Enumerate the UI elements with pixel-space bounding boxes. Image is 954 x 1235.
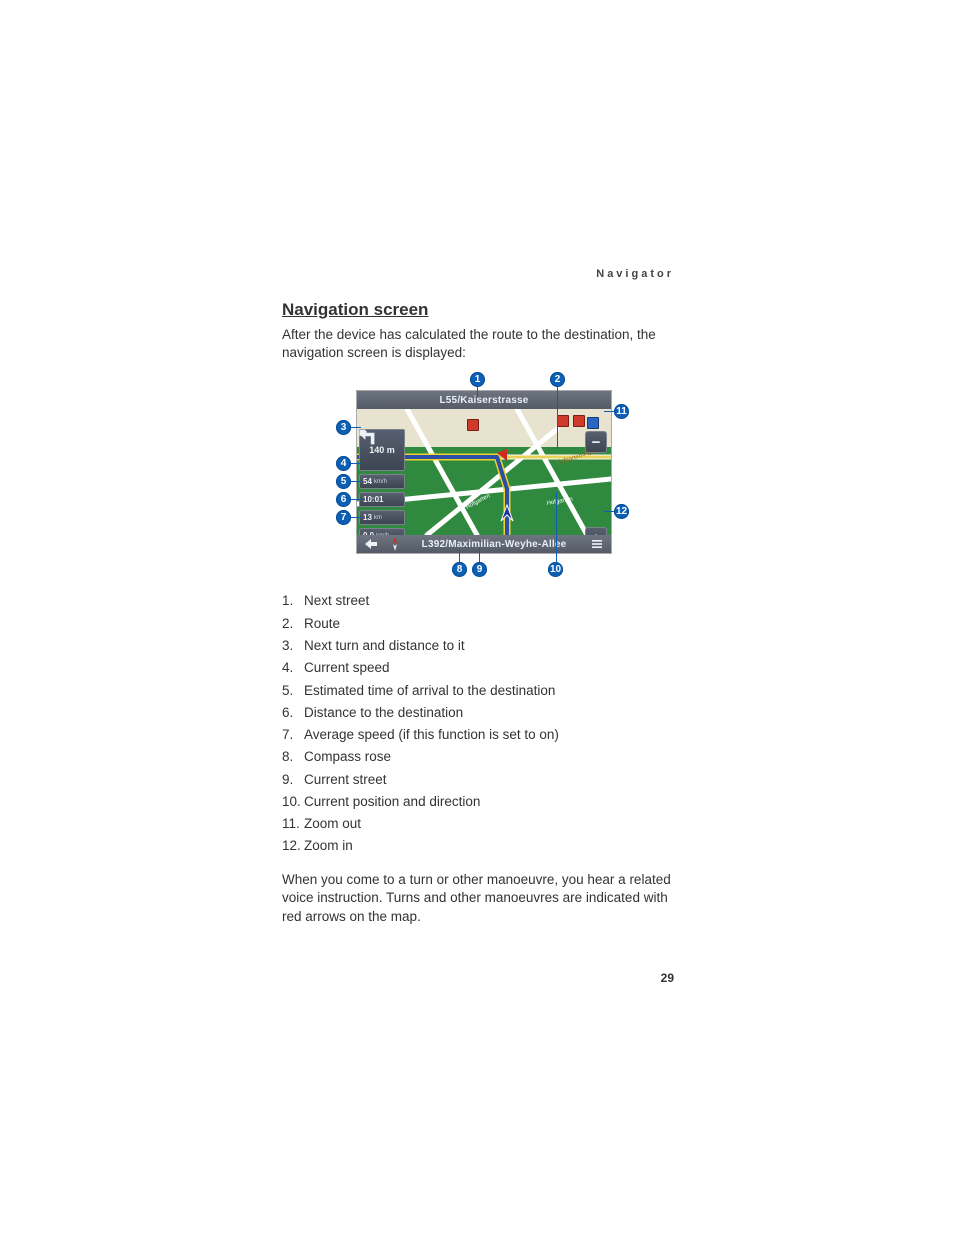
leader-11 <box>604 411 614 412</box>
list-item: 8.Compass rose <box>282 746 682 768</box>
distance-row: 13 km <box>359 510 405 525</box>
poi-icon <box>467 419 479 431</box>
eta-row: 10:01 <box>359 492 405 507</box>
back-arrow-icon <box>365 539 377 549</box>
callout-4: 4 <box>336 456 351 471</box>
leader-2 <box>557 387 558 449</box>
list-item: 6.Distance to the destination <box>282 702 682 724</box>
zoom-in-button[interactable]: + <box>585 527 607 535</box>
next-street-label: L55/Kaiserstrasse <box>385 395 583 406</box>
page: Navigator Navigation screen After the de… <box>0 0 954 1235</box>
list-item: 7.Average speed (if this function is set… <box>282 724 682 746</box>
leader-5 <box>351 481 361 482</box>
top-bar: L55/Kaiserstrasse <box>357 391 611 409</box>
callout-9: 9 <box>472 562 487 577</box>
parking-icon <box>587 417 599 429</box>
section-title: Navigation screen <box>282 300 682 320</box>
status-side-panel: 140 m 54 km/h 10:01 <box>359 429 405 535</box>
callout-5: 5 <box>336 474 351 489</box>
leader-6 <box>351 499 361 500</box>
speed-unit: km/h <box>374 479 387 485</box>
avg-speed-row: 0.0 km/h <box>359 528 405 535</box>
list-item: 12.Zoom in <box>282 835 682 857</box>
leader-12 <box>604 511 614 512</box>
distance-value: 13 <box>363 513 372 522</box>
speed-row: 54 km/h <box>359 474 405 489</box>
back-button[interactable] <box>357 539 385 549</box>
leader-10 <box>556 492 557 562</box>
menu-button[interactable] <box>583 539 611 549</box>
content-column: Navigation screen After the device has c… <box>282 300 682 939</box>
leader-3 <box>351 427 361 428</box>
callout-7: 7 <box>336 510 351 525</box>
list-item: 1.Next street <box>282 590 682 612</box>
intro-paragraph: After the device has calculated the rout… <box>282 326 682 362</box>
callout-6: 6 <box>336 492 351 507</box>
running-header: Navigator <box>596 268 674 280</box>
list-item: 4.Current speed <box>282 657 682 679</box>
callout-11: 11 <box>614 404 629 419</box>
list-item: 10.Current position and direction <box>282 791 682 813</box>
page-number: 29 <box>661 971 674 985</box>
leader-4 <box>351 463 361 464</box>
list-item: 11.Zoom out <box>282 813 682 835</box>
figure-legend: 1.Next street 2.Route 3.Next turn and di… <box>282 590 682 857</box>
distance-unit: km <box>374 515 382 521</box>
menu-icon <box>591 539 603 549</box>
navigation-figure: 1 2 3 4 5 6 7 8 9 10 11 12 <box>342 372 624 578</box>
callout-8: 8 <box>452 562 467 577</box>
leader-7 <box>351 517 361 518</box>
poi-icon <box>557 415 569 427</box>
eta-value: 10:01 <box>363 495 383 504</box>
avg-icon <box>359 429 367 437</box>
list-item: 2.Route <box>282 613 682 635</box>
closing-paragraph: When you come to a turn or other manoeuv… <box>282 871 682 926</box>
callout-2: 2 <box>550 372 565 387</box>
list-item: 9.Current street <box>282 769 682 791</box>
device-screenshot: L55/Kaiserstrasse <box>356 390 612 554</box>
zoom-out-button[interactable]: − <box>585 431 607 453</box>
poi-icon <box>573 415 585 427</box>
callout-12: 12 <box>614 504 629 519</box>
map-view[interactable]: Hofgarten Hofgarten Hofgarten-Platz <box>357 409 611 535</box>
turn-distance-value: 140 m <box>369 445 395 455</box>
list-item: 3.Next turn and distance to it <box>282 635 682 657</box>
list-item: 5.Estimated time of arrival to the desti… <box>282 680 682 702</box>
bottom-bar: L392/Maximilian-Weyhe-Allee <box>357 535 611 553</box>
compass-rose[interactable] <box>385 537 405 551</box>
leader-9 <box>479 548 480 562</box>
leader-8 <box>459 548 460 562</box>
leader-1 <box>477 387 478 397</box>
callout-1: 1 <box>470 372 485 387</box>
compass-icon <box>388 537 402 551</box>
callout-10: 10 <box>548 562 563 577</box>
speed-value: 54 <box>363 477 372 486</box>
callout-3: 3 <box>336 420 351 435</box>
